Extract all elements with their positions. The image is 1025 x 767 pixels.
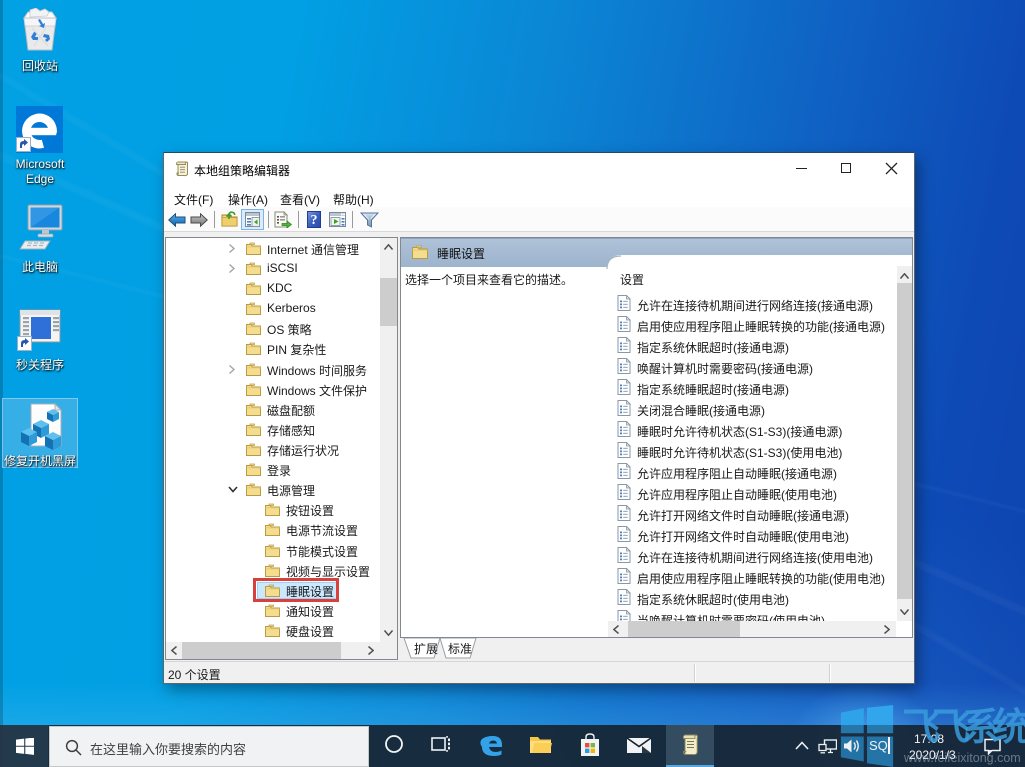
svg-text:?: ? (311, 213, 318, 228)
svg-text:扩展: 扩展 (414, 642, 438, 656)
svg-text:标准: 标准 (448, 642, 472, 656)
